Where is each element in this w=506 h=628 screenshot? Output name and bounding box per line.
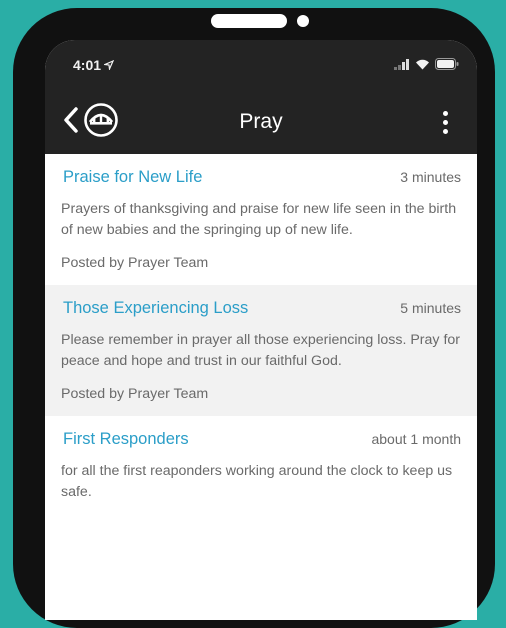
chevron-left-icon — [63, 106, 79, 139]
prayer-body: Prayers of thanksgiving and praise for n… — [61, 201, 457, 238]
location-arrow-icon — [102, 57, 115, 73]
wifi-icon — [415, 57, 430, 73]
app-screen: 4:01 Pray Praise for New Life 3 minutes … — [45, 40, 477, 620]
back-button[interactable] — [63, 102, 133, 143]
status-time: 4:01 — [73, 57, 102, 73]
prayer-card[interactable]: Those Experiencing Loss 5 minutes Please… — [45, 285, 477, 416]
church-logo-icon — [83, 102, 119, 143]
prayer-title[interactable]: Praise for New Life — [61, 168, 202, 187]
cellular-signal-icon — [394, 57, 410, 73]
prayer-author: Posted by Prayer Team — [61, 386, 209, 402]
prayer-title[interactable]: Those Experiencing Loss — [61, 299, 248, 318]
status-bar: 4:01 — [45, 40, 477, 90]
prayer-time: 3 minutes — [400, 169, 461, 185]
speaker-grille — [211, 14, 287, 28]
prayer-list: Praise for New Life 3 minutes Prayers of… — [45, 154, 477, 517]
prayer-author: Posted by Prayer Team — [61, 255, 209, 271]
prayer-body: Please remember in prayer all those expe… — [61, 332, 461, 369]
prayer-body: for all the first reaponders working aro… — [61, 463, 453, 500]
navigation-bar: Pray — [45, 90, 477, 154]
prayer-card[interactable]: First Responders about 1 month for all t… — [45, 416, 477, 517]
front-camera — [297, 15, 309, 27]
more-vertical-icon[interactable] — [435, 104, 455, 140]
prayer-title[interactable]: First Responders — [61, 430, 189, 449]
prayer-time: about 1 month — [371, 431, 461, 447]
prayer-card[interactable]: Praise for New Life 3 minutes Prayers of… — [45, 154, 477, 285]
prayer-time: 5 minutes — [400, 300, 461, 316]
battery-icon — [435, 57, 459, 73]
